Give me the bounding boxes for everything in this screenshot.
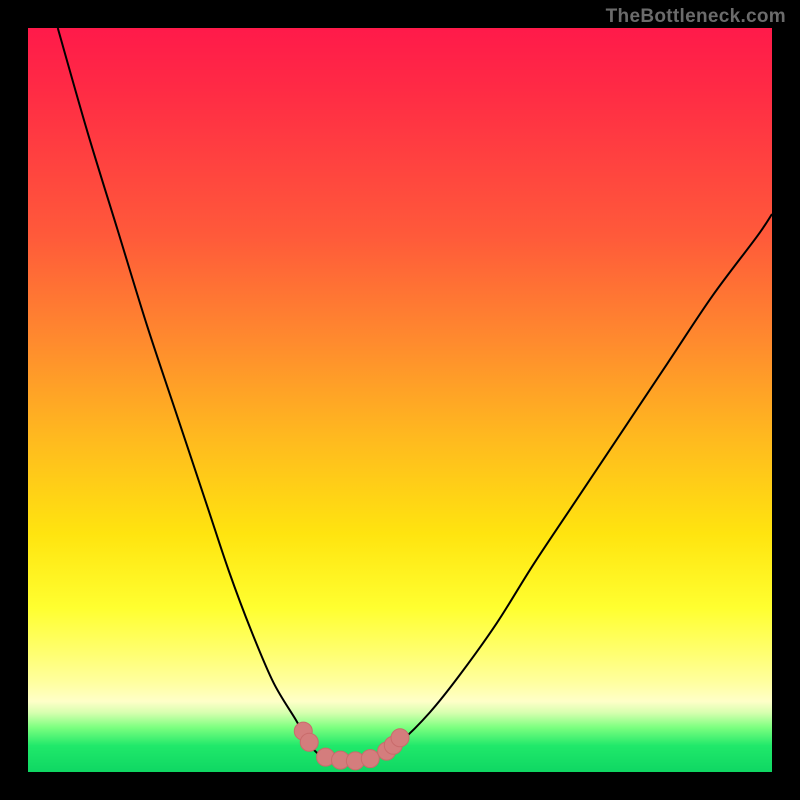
- plot-area: [28, 28, 772, 772]
- trough-marker: [361, 750, 379, 768]
- chart-frame: TheBottleneck.com: [0, 0, 800, 800]
- watermark-text: TheBottleneck.com: [606, 6, 786, 28]
- trough-marker: [300, 733, 318, 751]
- trough-marker: [391, 729, 409, 747]
- bottleneck-curve: [58, 28, 772, 762]
- marker-group: [294, 722, 409, 770]
- curve-layer: [28, 28, 772, 772]
